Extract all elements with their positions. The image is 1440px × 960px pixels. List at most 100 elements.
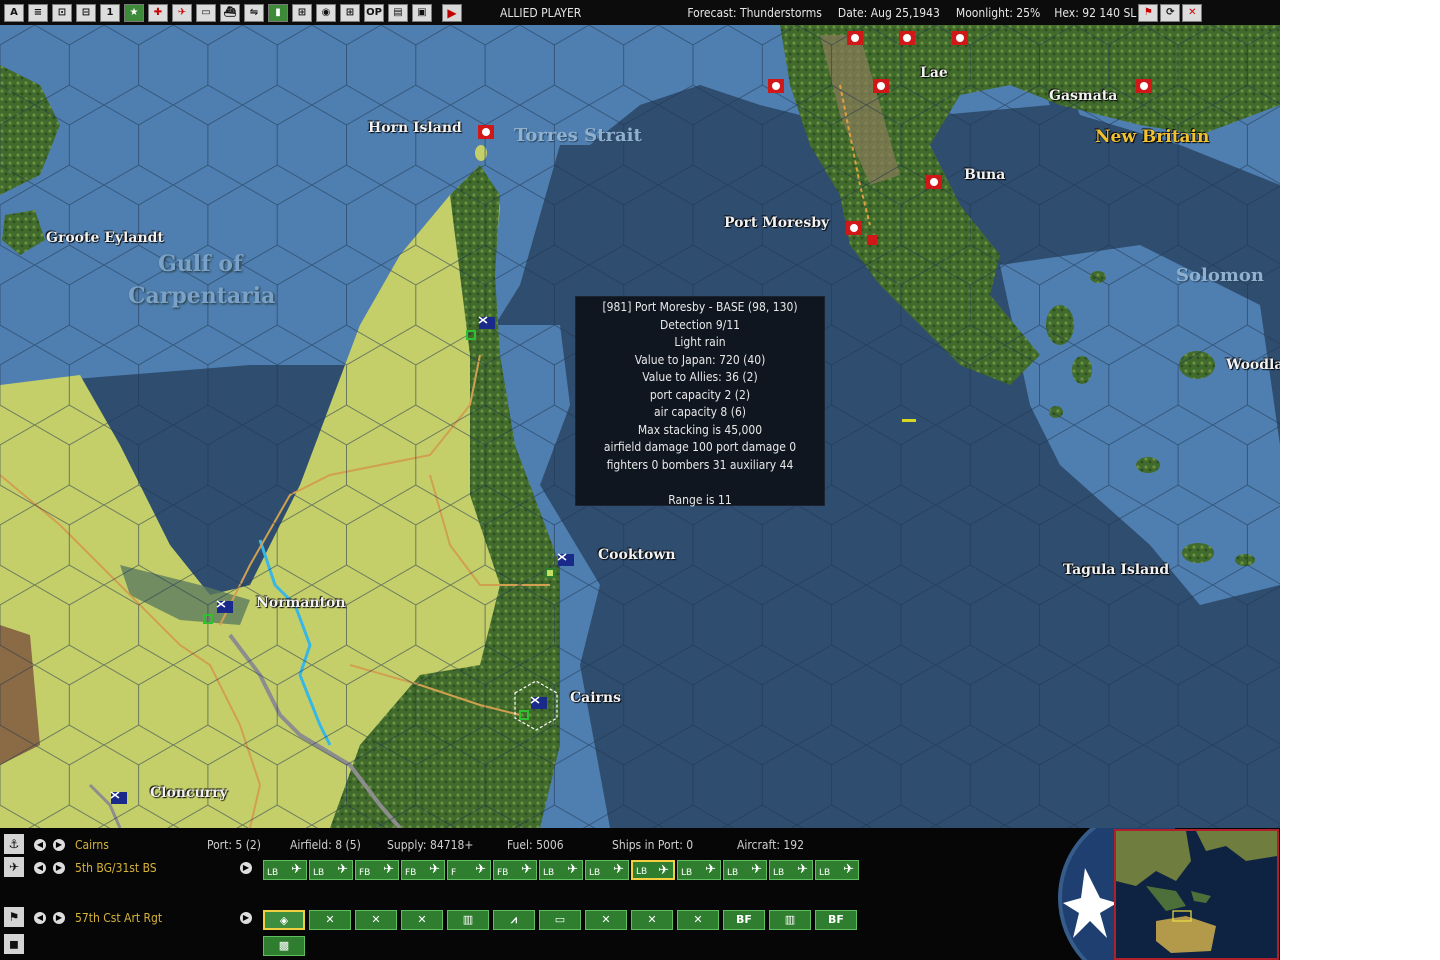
air-group-button[interactable]: F ✈ xyxy=(447,860,491,880)
anchor-icon[interactable]: ⚓ xyxy=(4,834,24,854)
air-group-button[interactable]: LB ✈ xyxy=(263,860,307,880)
toolbar-icon-star[interactable]: ★ xyxy=(124,3,144,22)
map-label-cairns[interactable]: Cairns xyxy=(570,690,621,706)
air-group-button[interactable]: LB ✈ xyxy=(539,860,583,880)
land-unit-button[interactable]: ✕ xyxy=(309,910,351,930)
map-label-torres-strait: Torres Strait xyxy=(514,125,642,146)
prev-land-arrow-icon[interactable]: ◀ xyxy=(34,912,46,924)
fuel-stat: Fuel: 5006 xyxy=(507,838,564,852)
air-group-button[interactable]: LB ✈ xyxy=(309,860,353,880)
land-unit-button[interactable]: ✕ xyxy=(631,910,673,930)
toolbar-icon-op[interactable]: OP xyxy=(364,3,384,22)
air-group-button[interactable]: FB ✈ xyxy=(355,860,399,880)
tooltip-line: Max stacking is 45,000 xyxy=(637,422,763,437)
land-unit-button[interactable]: ▥ xyxy=(447,910,489,930)
next-land-arrow-icon[interactable]: ▶ xyxy=(53,912,65,924)
map-label-gulf-of: Gulf of xyxy=(158,251,243,277)
toolbar-icon-globe[interactable]: ◉ xyxy=(316,3,336,22)
toolbar-icon-bases[interactable]: ⊡ xyxy=(52,3,72,22)
air-group-button[interactable]: LB ✈ xyxy=(585,860,629,880)
tooltip-line: airfield damage 100 port damage 0 xyxy=(603,440,797,454)
map-label-cooktown[interactable]: Cooktown xyxy=(598,547,676,563)
land-unit-button[interactable]: BF xyxy=(815,910,857,930)
hex-label: Hex: 92 140 SL xyxy=(1054,5,1137,20)
land-unit-play-icon[interactable]: ▶ xyxy=(240,912,252,924)
close-icon[interactable]: ✕ xyxy=(1182,3,1203,22)
land-flag-icon[interactable]: ⚑ xyxy=(4,907,24,927)
land-unit-button[interactable]: ✕ xyxy=(401,910,443,930)
toolbar-icon-a[interactable]: A xyxy=(4,3,24,22)
tooltip-line: Light rain xyxy=(674,335,726,349)
map-label-horn-island[interactable]: Horn Island xyxy=(368,120,462,136)
air-unit-play-icon[interactable]: ▶ xyxy=(240,862,252,874)
factory-icon[interactable]: ◼ xyxy=(4,934,24,954)
next-air-arrow-icon[interactable]: ▶ xyxy=(53,862,65,874)
aircraft-stat: Aircraft: 192 xyxy=(737,838,805,852)
supply-stat: Supply: 84718+ xyxy=(387,838,474,852)
end-turn-play-icon[interactable]: ▶ xyxy=(442,3,462,22)
air-group-button[interactable]: LB ✈ xyxy=(769,860,813,880)
refresh-icon[interactable]: ⟳ xyxy=(1160,3,1181,22)
next-base-arrow-icon[interactable]: ▶ xyxy=(53,839,65,851)
base-name[interactable]: Cairns xyxy=(75,838,109,852)
toolbar-icon-1[interactable]: 1 xyxy=(100,3,120,22)
land-unit-button-selected[interactable]: ◈ xyxy=(263,910,305,930)
map-label-new-britain: New Britain xyxy=(1095,127,1210,147)
map-label-woodla[interactable]: Woodla xyxy=(1226,357,1280,373)
toolbar-icon-ship[interactable]: ⛴ xyxy=(220,3,240,22)
map-label-cloncurry[interactable]: Cloncurry xyxy=(150,785,228,801)
toolbar-icon-bar[interactable]: ▮ xyxy=(268,3,288,22)
tooltip-line xyxy=(576,474,824,492)
map-label-groote-eylandt[interactable]: Groote Eylandt xyxy=(46,230,164,246)
land-unit-button[interactable]: ⩘ xyxy=(493,910,535,930)
prev-air-arrow-icon[interactable]: ◀ xyxy=(34,862,46,874)
strategic-map[interactable]: Horn Island Torres Strait Groote Eylandt… xyxy=(0,25,1280,828)
top-toolbar: A ≡ ⊡ ⊟ 1 ★ ✚ ✈ ▭ ⛴ ⇋ ▮ ⊞ ◉ ⊞ OP ▤ ▣ ▶ A… xyxy=(0,0,1280,25)
map-label-port-moresby[interactable]: Port Moresby xyxy=(724,215,829,231)
land-unit-button[interactable]: ✕ xyxy=(677,910,719,930)
map-label-lae[interactable]: Lae xyxy=(920,65,948,81)
airfield-stat: Airfield: 8 (5) xyxy=(290,838,361,852)
tooltip-line: port capacity 2 (2) xyxy=(649,387,751,402)
air-group-button[interactable]: FB ✈ xyxy=(401,860,445,880)
land-unit-button[interactable]: ▭ xyxy=(539,910,581,930)
tooltip-line: Value to Japan: 720 (40) xyxy=(634,352,766,367)
map-label-tagula-island[interactable]: Tagula Island xyxy=(1063,562,1169,578)
toolbar-icon-ships[interactable]: ⊟ xyxy=(76,3,96,22)
air-group-button[interactable]: LB ✈ xyxy=(677,860,721,880)
hq-unit-button[interactable]: ▩ xyxy=(263,936,305,956)
land-unit-button[interactable]: BF xyxy=(723,910,765,930)
toolbar-icon-flag[interactable]: ▭ xyxy=(196,3,216,22)
tooltip-line: [981] Port Moresby - BASE (98, 130) xyxy=(602,300,798,314)
land-unit-button[interactable]: ▥ xyxy=(769,910,811,930)
air-group-button[interactable]: LB ✈ xyxy=(723,860,767,880)
toolbar-icon-convoy[interactable]: ⇋ xyxy=(244,3,264,22)
toolbar-icon-cross[interactable]: ✚ xyxy=(148,3,168,22)
toolbar-icon-screen[interactable]: ▣ xyxy=(412,3,432,22)
toolbar-icon-list[interactable]: ≡ xyxy=(28,3,48,22)
air-unit-name[interactable]: 5th BG/31st BS xyxy=(75,861,157,875)
air-group-button[interactable]: LB ✈ xyxy=(815,860,859,880)
toolbar-icon-grid2[interactable]: ⊞ xyxy=(340,3,360,22)
toolbar-icon-grid[interactable]: ⊞ xyxy=(292,3,312,22)
prev-base-arrow-icon[interactable]: ◀ xyxy=(34,839,46,851)
land-unit-name[interactable]: 57th Cst Art Rgt xyxy=(75,911,162,925)
tooltip-line: Detection 9/11 xyxy=(659,317,741,332)
ships-stat: Ships in Port: 0 xyxy=(612,838,694,852)
minimap[interactable] xyxy=(1114,829,1279,960)
flag-icon[interactable]: ⚑ xyxy=(1138,3,1159,22)
air-group-button[interactable]: FB ✈ xyxy=(493,860,537,880)
toolbar-icon-plane[interactable]: ✈ xyxy=(172,3,192,22)
base-info-tooltip: [981] Port Moresby - BASE (98, 130) Dete… xyxy=(575,296,825,507)
land-unit-button[interactable]: ✕ xyxy=(585,910,627,930)
air-group-button-selected[interactable]: LB ✈ xyxy=(631,860,675,880)
tooltip-line: Value to Allies: 36 (2) xyxy=(642,370,758,384)
air-unit-icon[interactable]: ✈ xyxy=(4,857,24,877)
map-label-normanton[interactable]: Normanton xyxy=(256,595,346,611)
map-label-buna[interactable]: Buna xyxy=(964,167,1005,183)
map-label-carpentaria: Carpentaria xyxy=(128,283,276,309)
land-unit-button[interactable]: ✕ xyxy=(355,910,397,930)
toolbar-icon-log[interactable]: ▤ xyxy=(388,3,408,22)
forecast-label: Forecast: Thunderstorms xyxy=(687,5,822,20)
map-label-gasmata[interactable]: Gasmata xyxy=(1049,88,1117,104)
